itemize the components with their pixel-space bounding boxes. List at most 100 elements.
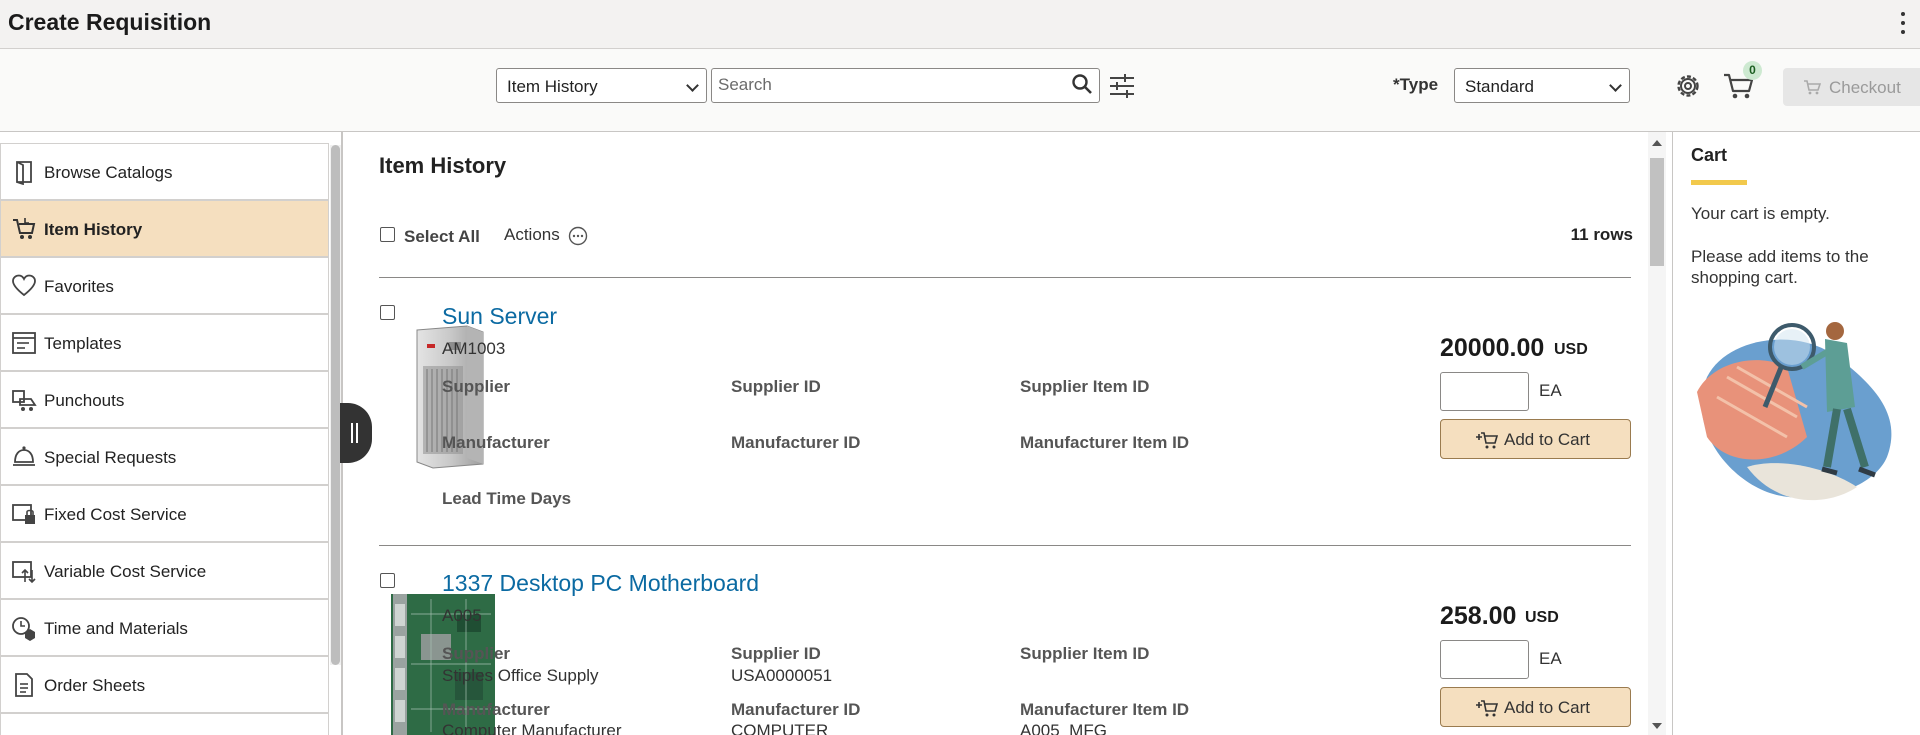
supplier-id-value: USA0000051 — [731, 666, 833, 685]
item-name-link[interactable]: Sun Server — [442, 303, 557, 330]
more-actions-icon[interactable] — [568, 226, 588, 246]
type-label: *Type — [1393, 75, 1439, 94]
item-id: AM1003 — [442, 339, 506, 358]
checkout-button[interactable]: Checkout — [1783, 68, 1920, 106]
add-cart-icon — [1476, 700, 1499, 717]
nav-item-punchouts[interactable]: Punchouts — [0, 371, 329, 428]
cart-empty-message: Your cart is empty. — [1691, 204, 1830, 223]
template-icon — [12, 332, 36, 354]
nav-item-label: Special Requests — [44, 448, 177, 467]
empty-cart-illustration — [1697, 322, 1892, 501]
supplier-id-label: Supplier ID — [731, 377, 821, 396]
bell-icon — [13, 446, 35, 466]
supplier-label: Supplier — [442, 644, 511, 663]
supplier-item-id-label: Supplier Item ID — [1020, 644, 1150, 663]
nav-item-label: Templates — [44, 334, 122, 353]
variable-cost-icon — [12, 561, 36, 584]
quantity-input[interactable] — [1440, 640, 1529, 679]
catalog-icon — [16, 161, 32, 185]
fixed-cost-icon — [12, 504, 35, 524]
add-to-cart-label: Add to Cart — [1504, 698, 1590, 717]
manufacturer-id-value: COMPUTER — [731, 721, 829, 735]
divider — [379, 277, 1631, 278]
list-icon — [11, 729, 37, 735]
nav-item-label: Favorites — [44, 277, 114, 296]
item-price: 20000.00 — [1440, 334, 1545, 362]
item-currency: USD — [1554, 341, 1588, 358]
nav-item-label: Browse Catalogs — [44, 163, 173, 182]
add-to-cart-label: Add to Cart — [1504, 430, 1590, 449]
main-scrollbar[interactable] — [1648, 132, 1666, 735]
add-to-cart-button[interactable]: Add to Cart — [1440, 419, 1631, 459]
select-all-label: Select All — [404, 227, 480, 246]
manufacturer-id-label: Manufacturer ID — [731, 433, 861, 452]
nav-item-partial[interactable] — [0, 713, 329, 735]
gear-icon[interactable] — [1674, 72, 1702, 100]
cart-history-icon — [13, 218, 36, 239]
cart-hint-message: Please add items to the shopping cart. — [1691, 247, 1869, 287]
order-sheet-icon — [15, 673, 33, 697]
punchout-icon — [12, 390, 37, 411]
quantity-input[interactable] — [1440, 372, 1529, 411]
cart-count-badge: 0 — [1743, 61, 1762, 80]
nav-item-time-and-materials[interactable]: Time and Materials — [0, 599, 329, 656]
view-select-value: Item History — [507, 77, 598, 96]
manufacturer-label: Manufacturer — [442, 433, 550, 452]
supplier-id-label: Supplier ID — [731, 644, 821, 663]
time-materials-icon — [12, 617, 35, 641]
nav-item-label: Time and Materials — [44, 619, 188, 638]
actions-menu[interactable]: Actions — [504, 225, 560, 245]
checkout-label: Checkout — [1829, 78, 1901, 97]
unit-of-measure: EA — [1539, 381, 1562, 400]
unit-of-measure: EA — [1539, 649, 1562, 668]
manufacturer-item-id-label: Manufacturer Item ID — [1020, 700, 1190, 719]
type-select[interactable]: Standard — [1454, 68, 1630, 103]
search-input[interactable] — [712, 69, 1052, 100]
nav-item-templates[interactable]: Templates — [0, 314, 329, 371]
lead-time-days-label: Lead Time Days — [442, 489, 572, 508]
page-title: Create Requisition — [8, 9, 212, 35]
nav-item-label: Variable Cost Service — [44, 562, 207, 581]
divider — [379, 545, 1631, 546]
cart-panel: Cart Your cart is empty. Please add item… — [1673, 132, 1920, 735]
supplier-value: Stiples Office Supply — [442, 666, 599, 685]
row-count: 11 rows — [1570, 225, 1633, 244]
search-field — [711, 68, 1100, 103]
nav-item-label: Fixed Cost Service — [44, 505, 187, 524]
left-navigation: Browse Catalogs Item History Favorites T… — [0, 143, 330, 735]
view-select[interactable]: Item History — [496, 68, 707, 103]
nav-item-item-history[interactable]: Item History — [0, 200, 329, 257]
item-checkbox[interactable] — [380, 573, 395, 588]
supplier-label: Supplier — [442, 377, 511, 396]
title-bar: Create Requisition — [0, 0, 1920, 49]
scroll-thumb[interactable] — [331, 145, 340, 665]
type-select-value: Standard — [1465, 77, 1534, 96]
chevron-down-icon — [686, 79, 699, 92]
supplier-item-id-label: Supplier Item ID — [1020, 377, 1150, 396]
item-checkbox[interactable] — [380, 305, 395, 320]
scroll-down-icon[interactable] — [1652, 723, 1662, 729]
manufacturer-label: Manufacturer — [442, 700, 550, 719]
manufacturer-item-id-label: Manufacturer Item ID — [1020, 433, 1190, 452]
toolbar: Item History *Type Standard 0 Checkout — [0, 49, 1920, 132]
item-name-link[interactable]: 1337 Desktop PC Motherboard — [442, 570, 759, 597]
filter-settings-icon[interactable] — [1108, 73, 1136, 99]
scroll-up-icon[interactable] — [1652, 140, 1662, 146]
nav-item-order-sheets[interactable]: Order Sheets — [0, 656, 329, 713]
add-to-cart-button[interactable]: Add to Cart — [1440, 687, 1631, 727]
nav-item-label: Order Sheets — [44, 676, 146, 695]
item-price: 258.00 — [1440, 602, 1517, 630]
item-id: A005 — [442, 606, 482, 625]
nav-item-favorites[interactable]: Favorites — [0, 257, 329, 314]
search-icon[interactable] — [1071, 73, 1093, 95]
nav-item-label: Punchouts — [44, 391, 125, 410]
scroll-thumb[interactable] — [1650, 158, 1664, 266]
heart-icon — [12, 274, 36, 297]
select-all-checkbox[interactable] — [380, 227, 395, 242]
nav-item-fixed-cost-service[interactable]: Fixed Cost Service — [0, 485, 329, 542]
more-options-icon[interactable] — [1900, 12, 1906, 34]
nav-item-variable-cost-service[interactable]: Variable Cost Service — [0, 542, 329, 599]
nav-item-browse-catalogs[interactable]: Browse Catalogs — [0, 143, 329, 200]
nav-item-special-requests[interactable]: Special Requests — [0, 428, 329, 485]
main-content: Item History Select All Actions 11 rows … — [343, 132, 1647, 735]
